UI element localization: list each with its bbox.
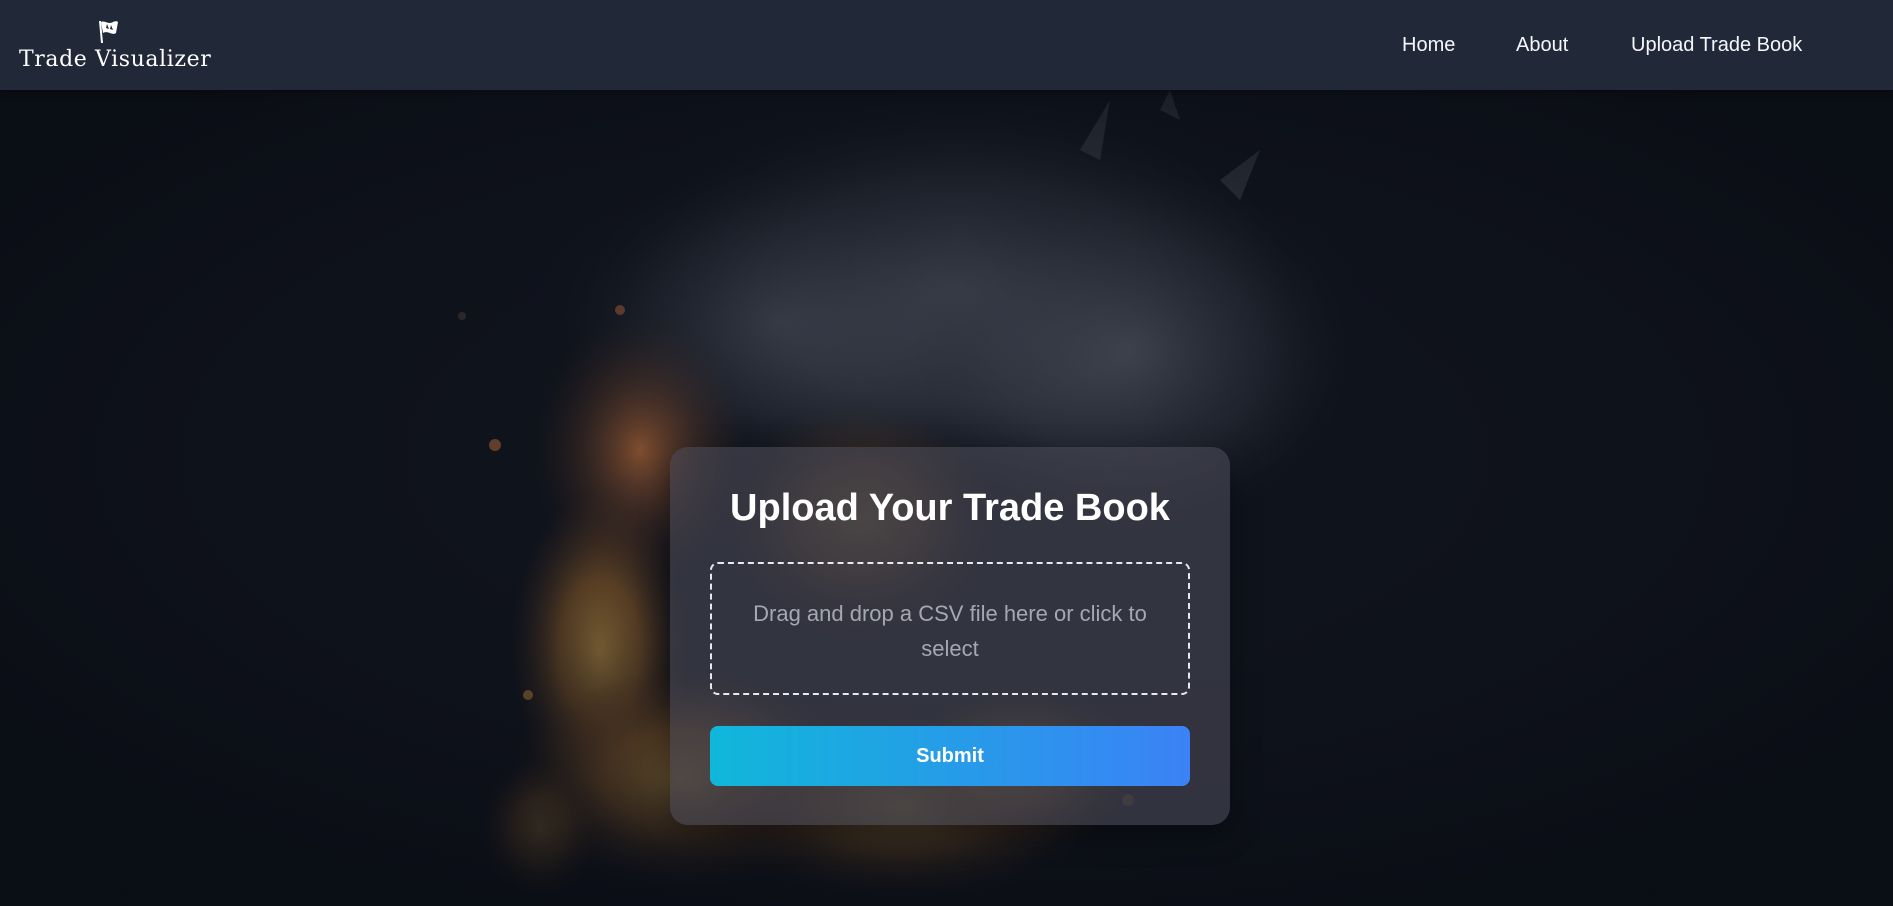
nav-link-about[interactable]: About (1516, 34, 1568, 57)
submit-button[interactable]: Submit (710, 726, 1190, 786)
upload-card: Upload Your Trade Book Drag and drop a C… (670, 447, 1230, 825)
upload-card-title: Upload Your Trade Book (730, 487, 1170, 529)
brand[interactable]: Trade Visualizer (18, 18, 211, 76)
flag-logo-icon (99, 21, 118, 43)
dropzone-instructions: Drag and drop a CSV file here or click t… (753, 601, 1147, 661)
hero-section: Upload Your Trade Book Drag and drop a C… (0, 90, 1893, 906)
csv-dropzone[interactable]: Drag and drop a CSV file here or click t… (710, 562, 1190, 695)
top-navbar: Trade Visualizer Home About Upload Trade… (0, 0, 1893, 90)
nav-link-upload-trade-book[interactable]: Upload Trade Book (1631, 34, 1802, 57)
nav-link-home[interactable]: Home (1402, 34, 1455, 57)
brand-name: Trade Visualizer (19, 47, 212, 72)
